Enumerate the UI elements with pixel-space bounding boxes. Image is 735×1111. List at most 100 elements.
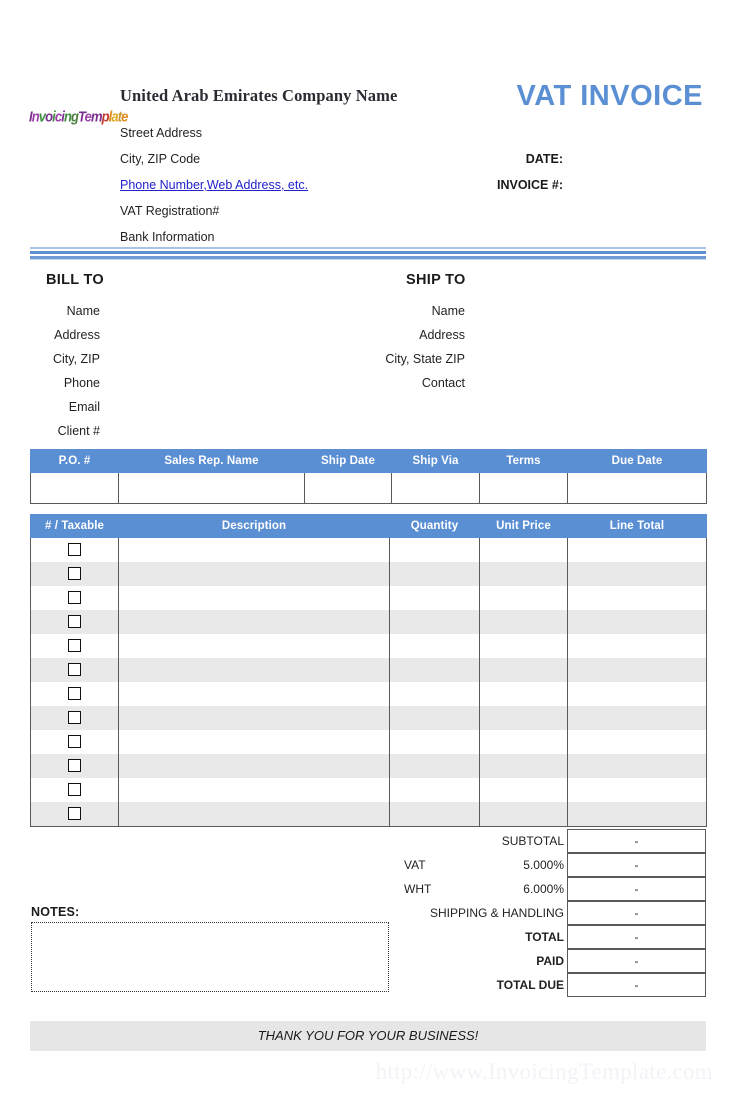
cell-unit-price[interactable]: [479, 634, 568, 658]
notes-input[interactable]: [31, 922, 389, 992]
taxable-checkbox[interactable]: [68, 663, 81, 677]
cell-quantity[interactable]: [389, 537, 480, 562]
totals-value-vat[interactable]: -: [567, 853, 706, 877]
cell-description[interactable]: [118, 658, 390, 682]
cell-description[interactable]: [118, 802, 390, 827]
cell-po-number[interactable]: [30, 472, 119, 504]
taxable-checkbox[interactable]: [68, 591, 81, 605]
totals-rate-wht[interactable]: 6.000%: [464, 877, 564, 901]
ship-to-field-address[interactable]: Address: [310, 328, 465, 342]
cell-line-total[interactable]: [567, 754, 707, 778]
cell-taxable[interactable]: [30, 658, 119, 682]
cell-unit-price[interactable]: [479, 778, 568, 802]
cell-taxable[interactable]: [30, 730, 119, 754]
taxable-checkbox[interactable]: [68, 759, 81, 773]
cell-taxable[interactable]: [30, 586, 119, 610]
cell-quantity[interactable]: [389, 634, 480, 658]
bill-to-field-name[interactable]: Name: [0, 304, 100, 318]
bill-to-field-city-zip[interactable]: City, ZIP: [0, 352, 100, 366]
cell-description[interactable]: [118, 730, 390, 754]
cell-quantity[interactable]: [389, 562, 480, 586]
cell-line-total[interactable]: [567, 610, 707, 634]
cell-ship-via[interactable]: [391, 472, 480, 504]
bill-to-field-phone[interactable]: Phone: [0, 376, 100, 390]
totals-value-total-due[interactable]: -: [567, 973, 706, 997]
taxable-checkbox[interactable]: [68, 687, 81, 701]
cell-description[interactable]: [118, 706, 390, 730]
cell-due-date[interactable]: [567, 472, 707, 504]
cell-line-total[interactable]: [567, 586, 707, 610]
taxable-checkbox[interactable]: [68, 567, 81, 581]
cell-description[interactable]: [118, 610, 390, 634]
cell-quantity[interactable]: [389, 610, 480, 634]
cell-sales-rep-name[interactable]: [118, 472, 305, 504]
cell-description[interactable]: [118, 562, 390, 586]
cell-quantity[interactable]: [389, 802, 480, 827]
cell-description[interactable]: [118, 537, 390, 562]
cell-description[interactable]: [118, 682, 390, 706]
totals-value-paid[interactable]: -: [567, 949, 706, 973]
cell-taxable[interactable]: [30, 610, 119, 634]
line-item-row: [30, 562, 707, 586]
ship-to-field-contact[interactable]: Contact: [310, 376, 465, 390]
cell-line-total[interactable]: [567, 778, 707, 802]
cell-taxable[interactable]: [30, 682, 119, 706]
totals-rate-vat[interactable]: 5.000%: [464, 853, 564, 877]
cell-quantity[interactable]: [389, 706, 480, 730]
taxable-checkbox[interactable]: [68, 543, 81, 557]
cell-terms[interactable]: [479, 472, 568, 504]
cell-unit-price[interactable]: [479, 586, 568, 610]
cell-line-total[interactable]: [567, 706, 707, 730]
bill-to-field-email[interactable]: Email: [0, 400, 100, 414]
cell-line-total[interactable]: [567, 802, 707, 827]
cell-quantity[interactable]: [389, 778, 480, 802]
cell-unit-price[interactable]: [479, 658, 568, 682]
cell-unit-price[interactable]: [479, 682, 568, 706]
cell-unit-price[interactable]: [479, 562, 568, 586]
cell-unit-price[interactable]: [479, 706, 568, 730]
cell-line-total[interactable]: [567, 562, 707, 586]
cell-taxable[interactable]: [30, 754, 119, 778]
taxable-checkbox[interactable]: [68, 615, 81, 629]
cell-description[interactable]: [118, 586, 390, 610]
bill-to-field-address[interactable]: Address: [0, 328, 100, 342]
totals-value-total[interactable]: -: [567, 925, 706, 949]
cell-unit-price[interactable]: [479, 754, 568, 778]
cell-taxable[interactable]: [30, 537, 119, 562]
cell-taxable[interactable]: [30, 634, 119, 658]
cell-quantity[interactable]: [389, 682, 480, 706]
cell-description[interactable]: [118, 754, 390, 778]
ship-to-field-city-state-zip[interactable]: City, State ZIP: [310, 352, 465, 366]
cell-description[interactable]: [118, 634, 390, 658]
cell-taxable[interactable]: [30, 778, 119, 802]
bill-to-field-client-number[interactable]: Client #: [0, 424, 100, 438]
cell-unit-price[interactable]: [479, 730, 568, 754]
cell-quantity[interactable]: [389, 730, 480, 754]
totals-value-wht[interactable]: -: [567, 877, 706, 901]
taxable-checkbox[interactable]: [68, 783, 81, 797]
cell-ship-date[interactable]: [304, 472, 392, 504]
cell-unit-price[interactable]: [479, 610, 568, 634]
cell-line-total[interactable]: [567, 682, 707, 706]
cell-line-total[interactable]: [567, 634, 707, 658]
cell-taxable[interactable]: [30, 706, 119, 730]
cell-unit-price[interactable]: [479, 537, 568, 562]
cell-description[interactable]: [118, 778, 390, 802]
taxable-checkbox[interactable]: [68, 711, 81, 725]
company-contact-link[interactable]: Phone Number,Web Address, etc.: [120, 178, 308, 192]
taxable-checkbox[interactable]: [68, 639, 81, 653]
totals-value-shipping-handling[interactable]: -: [567, 901, 706, 925]
cell-taxable[interactable]: [30, 562, 119, 586]
cell-taxable[interactable]: [30, 802, 119, 827]
taxable-checkbox[interactable]: [68, 807, 81, 821]
cell-line-total[interactable]: [567, 730, 707, 754]
taxable-checkbox[interactable]: [68, 735, 81, 749]
cell-line-total[interactable]: [567, 658, 707, 682]
cell-quantity[interactable]: [389, 754, 480, 778]
cell-quantity[interactable]: [389, 586, 480, 610]
totals-value-subtotal[interactable]: -: [567, 829, 706, 853]
cell-line-total[interactable]: [567, 537, 707, 562]
ship-to-field-name[interactable]: Name: [310, 304, 465, 318]
cell-unit-price[interactable]: [479, 802, 568, 827]
cell-quantity[interactable]: [389, 658, 480, 682]
